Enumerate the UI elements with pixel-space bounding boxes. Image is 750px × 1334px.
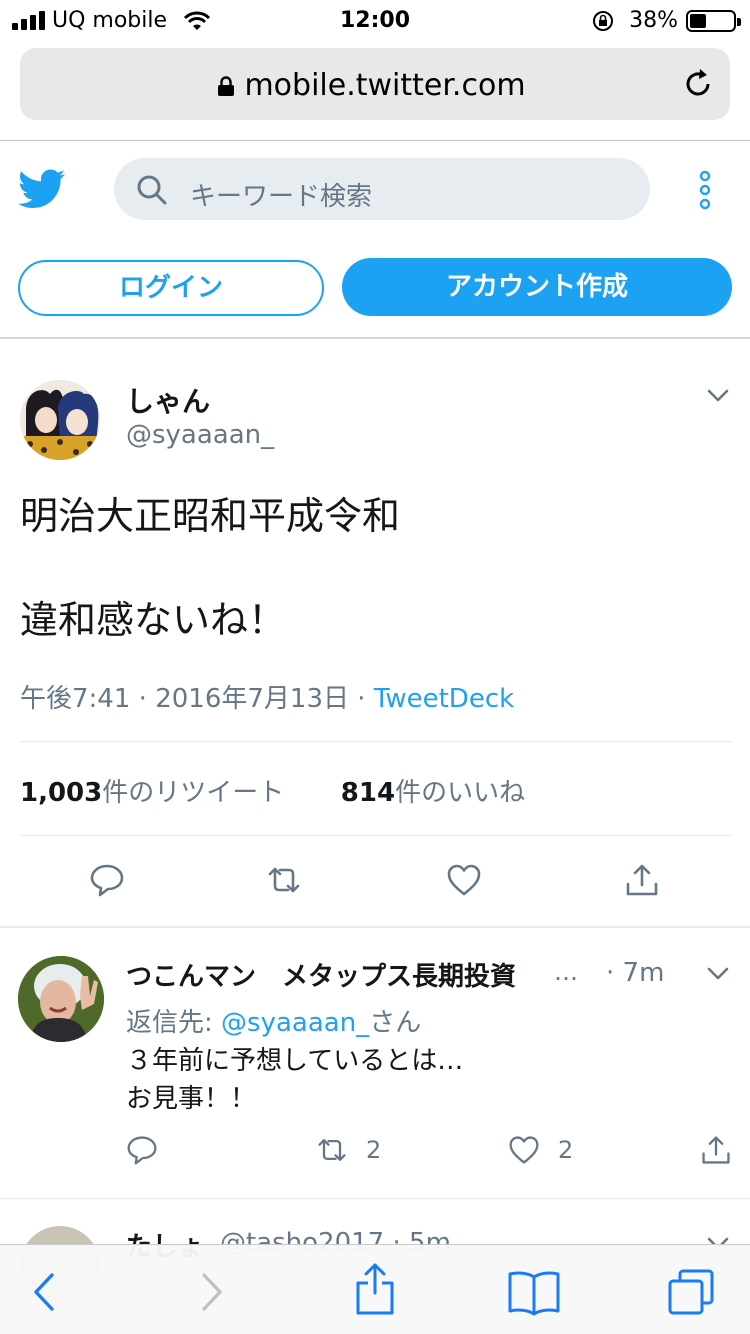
share-icon[interactable] — [624, 862, 660, 898]
more-vertical-icon[interactable] — [696, 170, 714, 210]
browser-toolbar — [0, 1244, 750, 1334]
search-icon — [137, 175, 167, 205]
share-icon[interactable] — [700, 1134, 732, 1166]
rotation-lock-icon — [593, 11, 613, 31]
name-truncation-ellipsis: … — [554, 958, 578, 986]
reply-timestamp[interactable]: · 7m — [606, 958, 664, 988]
tweet-date[interactable]: 2016年7月13日 — [155, 684, 349, 714]
reply-author-name[interactable]: つこんマン メタップス長期投資 — [126, 956, 516, 993]
battery-percent: 38% — [629, 8, 678, 33]
reply-like-count: 2 — [558, 1136, 574, 1164]
signup-button[interactable]: アカウント作成 — [342, 258, 732, 316]
address-bar[interactable]: mobile.twitter.com — [20, 48, 730, 120]
login-button[interactable]: ログイン — [18, 260, 324, 316]
chevron-down-icon[interactable] — [706, 388, 730, 404]
tweet-author-handle[interactable]: @syaaaan_ — [126, 420, 274, 450]
back-arrow-icon[interactable] — [20, 1267, 70, 1317]
tweet-text: 明治大正昭和平成令和 違和感ないね！ — [20, 490, 400, 646]
tweet-text-line: 違和感ないね！ — [20, 598, 287, 642]
reply-icon[interactable] — [126, 1134, 158, 1166]
like-heart-icon[interactable] — [508, 1134, 540, 1166]
tabs-icon[interactable] — [666, 1267, 716, 1317]
divider — [20, 835, 732, 836]
chevron-down-icon[interactable] — [706, 966, 730, 982]
retweet-stat[interactable]: 1,003件のリツイート — [20, 778, 284, 808]
header-divider — [0, 337, 750, 339]
reload-icon[interactable] — [680, 66, 716, 102]
meta-separator: · — [138, 684, 147, 714]
tweet-stats: 1,003件のリツイート 814件のいいね — [20, 772, 525, 809]
tweet-text-line: 明治大正昭和平成令和 — [20, 494, 401, 538]
share-sheet-icon[interactable] — [350, 1261, 400, 1317]
tweet-meta: 午後7:41 · 2016年7月13日 · TweetDeck — [20, 678, 514, 715]
reply-text-line: お見事！！ — [126, 1084, 257, 1114]
tweet-author-name[interactable]: しゃん — [126, 380, 210, 420]
tweet-divider — [0, 926, 750, 928]
tweet-source-link[interactable]: TweetDeck — [374, 684, 514, 714]
reply-icon[interactable] — [89, 862, 125, 898]
twitter-bird-icon[interactable] — [18, 168, 66, 210]
battery-icon — [686, 10, 741, 32]
tweet-time[interactable]: 午後7:41 — [20, 684, 130, 714]
forward-arrow-icon[interactable] — [186, 1267, 236, 1317]
reply-text: ３年前に予想しているとは… お見事！！ — [126, 1042, 463, 1118]
avatar-image — [18, 956, 104, 1042]
browser-chrome-divider — [0, 140, 750, 141]
reply-text-line: ３年前に予想しているとは… — [126, 1046, 464, 1076]
avatar[interactable] — [20, 380, 100, 460]
meta-separator: · — [357, 684, 366, 714]
replying-to: 返信先: @syaaaan_さん — [126, 1008, 422, 1038]
search-input[interactable]: キーワード検索 — [114, 158, 650, 220]
reply-mention-link[interactable]: @syaaaan_ — [221, 1008, 369, 1038]
retweet-icon[interactable] — [266, 862, 302, 898]
divider — [20, 741, 732, 742]
tweet-divider — [0, 1198, 750, 1199]
reply-avatar[interactable] — [18, 956, 104, 1042]
retweet-icon[interactable] — [316, 1134, 348, 1166]
like-stat[interactable]: 814件のいいね — [341, 778, 525, 808]
like-heart-icon[interactable] — [446, 862, 482, 898]
status-bar: UQ mobile 12:00 38% — [0, 0, 750, 40]
reply-retweet-count: 2 — [366, 1136, 382, 1164]
url-text: mobile.twitter.com — [244, 68, 526, 103]
search-placeholder: キーワード検索 — [190, 182, 373, 212]
bookmarks-icon[interactable] — [506, 1267, 562, 1317]
avatar-image — [20, 380, 100, 460]
